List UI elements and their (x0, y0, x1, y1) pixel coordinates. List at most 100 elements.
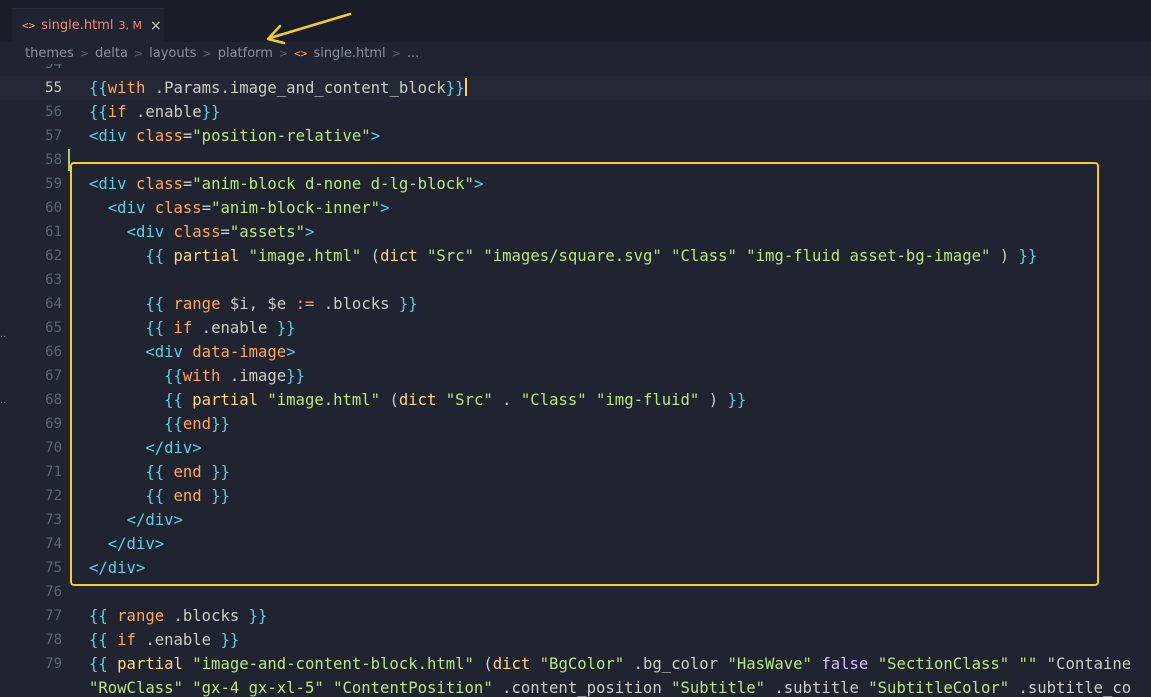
code-line[interactable]: 65 {{ if .enable }} (0, 316, 1151, 340)
breadcrumb-item-delta[interactable]: delta (95, 46, 128, 61)
line-number: 57 (45, 128, 62, 144)
annotation-arrow-icon (266, 12, 352, 45)
code-line[interactable]: 70 </div> (0, 436, 1151, 460)
line-number: 68 (45, 392, 62, 408)
code-text: {{ end }} (145, 463, 230, 481)
code-line[interactable]: 62 {{ partial "image.html" (dict "Src" "… (0, 244, 1151, 268)
code-text: {{ partial "image.html" (dict "Src" . "C… (164, 391, 747, 409)
code-text: <div class="assets"> (126, 223, 315, 241)
line-number: 69 (45, 416, 62, 432)
code-text: <div class="position-relative"> (89, 127, 381, 145)
code-line[interactable]: 61 <div class="assets"> (0, 220, 1151, 244)
code-text: <div class="anim-block-inner"> (107, 199, 390, 217)
line-number: 55 (45, 80, 62, 96)
line-number: 72 (45, 488, 62, 504)
code-line[interactable]: 67 {{with .image}} (0, 364, 1151, 388)
line-number: 58 (45, 152, 62, 168)
code-text: {{ if .enable }} (89, 631, 240, 649)
line-number: 56 (45, 104, 62, 120)
code-line[interactable]: 54 (0, 64, 1151, 76)
code-text: {{ if .enable }} (145, 319, 296, 337)
code-line[interactable]: 78 {{ if .enable }} (0, 628, 1151, 652)
code-line[interactable]: 73 </div> (0, 508, 1151, 532)
breadcrumb-ellipsis[interactable]: ... (407, 46, 419, 61)
line-number: 76 (45, 584, 62, 600)
code-line[interactable]: 63 (0, 268, 1151, 292)
code-text: {{ partial "image-and-content-block.html… (89, 655, 1132, 673)
line-number: 63 (45, 272, 62, 288)
breadcrumb: themes > delta > layouts > platform > <>… (25, 44, 419, 62)
code-line[interactable]: 74 </div> (0, 532, 1151, 556)
code-line[interactable]: 69 {{end}} (0, 412, 1151, 436)
html-file-icon: <> (294, 46, 308, 60)
line-number: 64 (45, 296, 62, 312)
line-number: 79 (45, 656, 62, 672)
code-line[interactable]: 56 {{if .enable}} (0, 100, 1151, 124)
code-line[interactable]: "RowClass" "gx-4 gx-xl-5" "ContentPositi… (0, 676, 1151, 697)
code-line[interactable]: 60 <div class="anim-block-inner"> (0, 196, 1151, 220)
code-line[interactable]: 66 <div data-image> (0, 340, 1151, 364)
breadcrumb-item-platform[interactable]: platform (218, 46, 273, 61)
tab-status-badge: 3, M (118, 19, 142, 32)
line-number: 70 (45, 440, 62, 456)
chevron-right-icon: > (278, 46, 289, 60)
code-line[interactable]: 79 {{ partial "image-and-content-block.ht… (0, 652, 1151, 676)
breadcrumb-item-file[interactable]: single.html (313, 46, 385, 61)
code-editor[interactable]: 54 55 {{with .Params.image_and_content_blo… (0, 64, 1151, 697)
line-number: 78 (45, 632, 62, 648)
line-number: 67 (45, 368, 62, 384)
line-number: 74 (45, 536, 62, 552)
code-line[interactable]: 76 (0, 580, 1151, 604)
line-number: 65 (45, 320, 62, 336)
tab-bar: <> single.html 3, M × (0, 0, 1151, 42)
chevron-right-icon: > (79, 46, 89, 60)
line-number: 59 (45, 176, 62, 192)
code-line[interactable]: 75 </div> (0, 556, 1151, 580)
side-dots-icon: .. (0, 395, 7, 406)
code-line[interactable]: 64 {{ range $i, $e := .blocks }} (0, 292, 1151, 316)
code-text: <div data-image> (145, 343, 296, 361)
code-text: </div> (145, 439, 202, 457)
code-text: </div> (107, 535, 165, 553)
text-cursor (464, 78, 467, 96)
chevron-right-icon: > (202, 46, 212, 60)
code-text: {{ range .blocks }} (89, 607, 268, 625)
line-number: 61 (45, 224, 62, 240)
line-number: 71 (45, 464, 62, 480)
code-text: </div> (126, 511, 183, 529)
tab-filename: single.html (41, 18, 114, 33)
chevron-right-icon: > (133, 46, 144, 60)
code-line[interactable]: 59 <div class="anim-block d-none d-lg-blo… (0, 172, 1151, 196)
code-line[interactable]: 57 <div class="position-relative"> (0, 124, 1151, 148)
code-text: {{ end }} (145, 487, 230, 505)
code-text: {{ range $i, $e := .blocks }} (145, 295, 418, 313)
code-line[interactable]: 77 {{ range .blocks }} (0, 604, 1151, 628)
breadcrumb-item-themes[interactable]: themes (25, 46, 74, 61)
breadcrumb-item-layouts[interactable]: layouts (149, 46, 196, 61)
side-dots-icon: .. (0, 329, 7, 340)
line-number: 62 (45, 248, 62, 264)
line-number: 60 (45, 200, 62, 216)
code-line[interactable]: 68 {{ partial "image.html" (dict "Src" .… (0, 388, 1151, 412)
line-number: 73 (45, 512, 62, 528)
code-text: {{if .enable}} (89, 103, 221, 121)
line-number: 66 (45, 344, 62, 360)
line-number: 77 (45, 608, 62, 624)
code-line[interactable]: 55 {{with .Params.image_and_content_block… (0, 76, 1151, 100)
line-number: 75 (45, 560, 62, 576)
code-text: {{ partial "image.html" (dict "Src" "ima… (145, 247, 1038, 265)
code-text: {{end}} (164, 415, 230, 433)
code-line[interactable]: 58 (0, 148, 1151, 172)
code-text: {{with .Params.image_and_content_block}} (89, 78, 467, 97)
code-text: <div class="anim-block d-none d-lg-block… (89, 175, 484, 193)
chevron-right-icon: > (391, 46, 401, 60)
code-text: "RowClass" "gx-4 gx-xl-5" "ContentPositi… (89, 679, 1132, 697)
code-line[interactable]: 72 {{ end }} (0, 484, 1151, 508)
code-text: </div> (89, 559, 146, 577)
close-icon[interactable]: × (150, 18, 162, 34)
line-number: 54 (45, 64, 62, 72)
modified-line-marker (68, 149, 70, 171)
code-line[interactable]: 71 {{ end }} (0, 460, 1151, 484)
tab-single-html[interactable]: <> single.html 3, M × (12, 8, 164, 42)
code-text: {{with .image}} (164, 367, 305, 385)
